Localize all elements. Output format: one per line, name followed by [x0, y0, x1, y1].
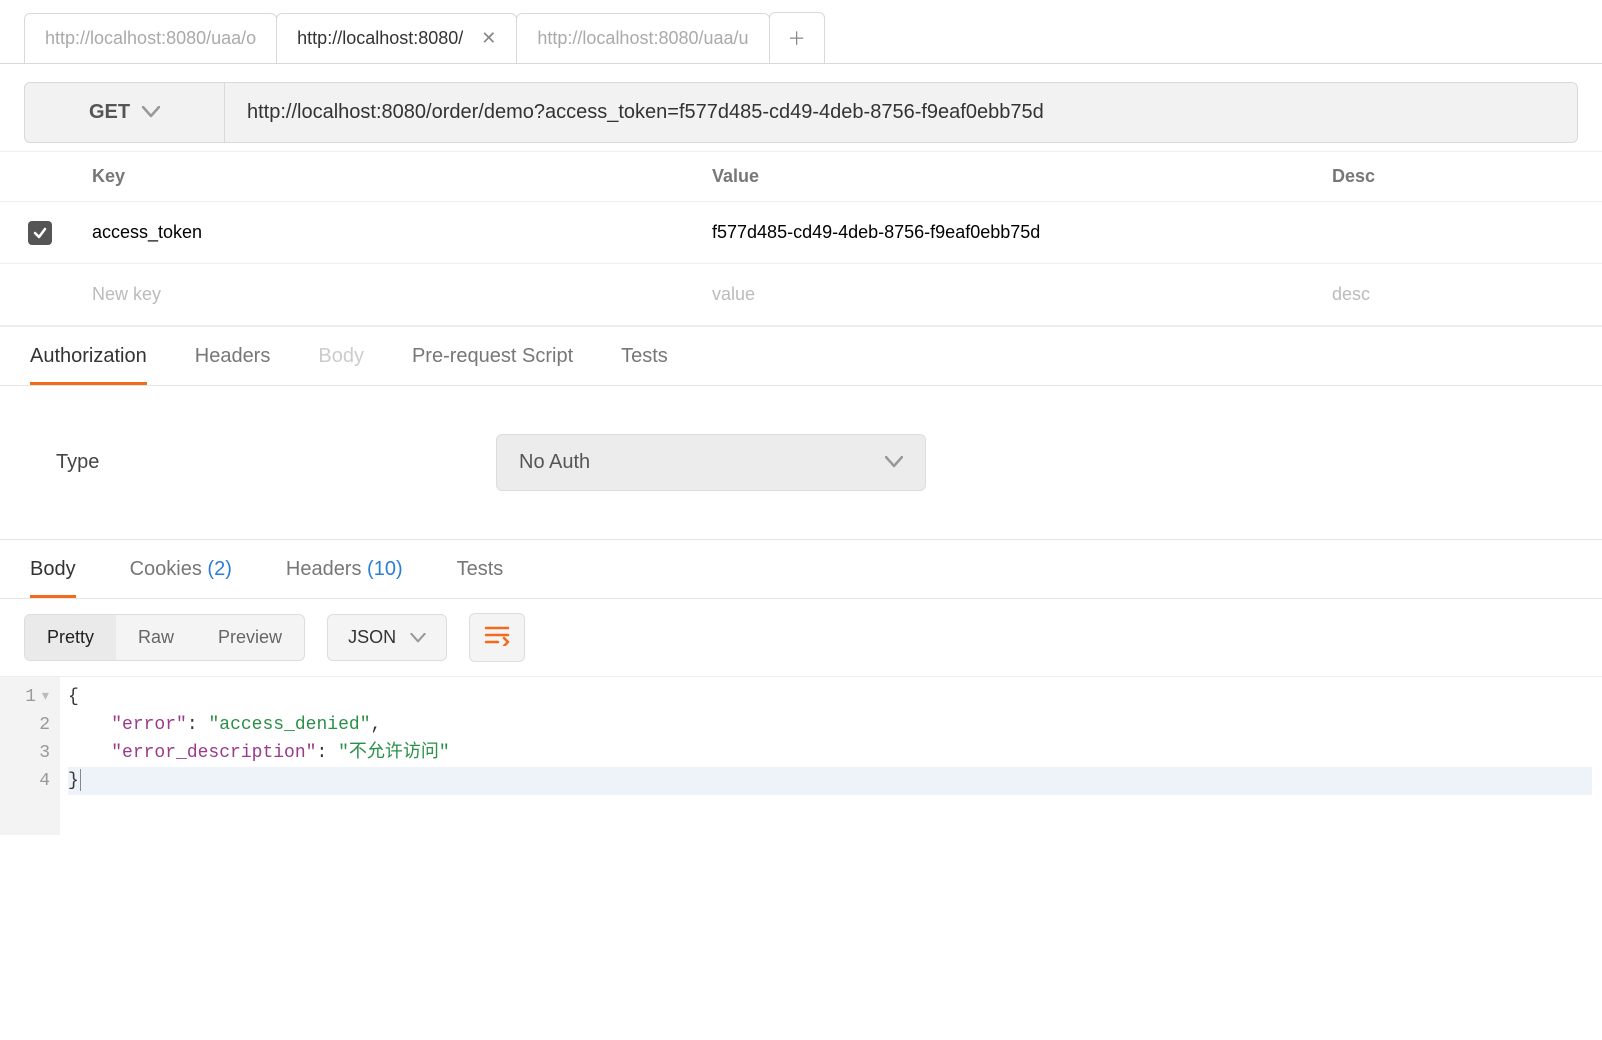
response-tab-headers-label: Headers — [286, 558, 362, 580]
body-format-label: JSON — [348, 627, 396, 648]
param-value-input-new[interactable] — [712, 278, 1308, 311]
request-tab[interactable]: http://localhost:8080/uaa/o — [24, 13, 277, 63]
line-number: 1 — [25, 687, 36, 707]
response-tab-body[interactable]: Body — [30, 558, 76, 598]
code-token: "error_description" — [111, 743, 316, 763]
request-tab-label: http://localhost:8080/uaa/u — [537, 28, 748, 49]
col-desc-header: Desc — [1320, 152, 1602, 201]
line-number: 3 — [39, 743, 50, 763]
tab-body[interactable]: Body — [318, 345, 364, 385]
response-body-controls: Pretty Raw Preview JSON — [0, 599, 1602, 676]
fold-icon[interactable]: ▾ — [40, 683, 50, 711]
auth-type-select[interactable]: No Auth — [496, 434, 926, 491]
wrap-lines-button[interactable] — [469, 613, 525, 662]
plus-icon: ＋ — [788, 25, 806, 51]
tab-prerequest-script[interactable]: Pre-request Script — [412, 345, 573, 385]
view-preview-button[interactable]: Preview — [196, 615, 304, 660]
tab-tests[interactable]: Tests — [621, 345, 668, 385]
view-pretty-button[interactable]: Pretty — [25, 615, 116, 660]
code-token: "access_denied" — [208, 715, 370, 735]
wrap-icon — [484, 624, 510, 651]
params-header-row: Key Value Desc — [0, 152, 1602, 202]
http-method-select[interactable]: GET — [25, 83, 225, 142]
fade-overlay — [749, 14, 769, 63]
response-tab-headers[interactable]: Headers (10) — [286, 558, 403, 598]
authorization-panel: Type No Auth — [0, 386, 1602, 539]
request-tab-label: http://localhost:8080/uaa/o — [45, 28, 256, 49]
param-key-input-new[interactable] — [92, 278, 688, 311]
body-format-select[interactable]: JSON — [327, 614, 447, 661]
line-number: 4 — [39, 771, 50, 791]
param-row-new — [0, 264, 1602, 326]
response-tab-cookies[interactable]: Cookies (2) — [130, 558, 232, 598]
param-desc-input-new[interactable] — [1332, 278, 1590, 311]
col-value-header: Value — [700, 152, 1320, 201]
code-token: "error" — [111, 715, 187, 735]
headers-count: (10) — [367, 558, 403, 580]
response-tab-cookies-label: Cookies — [130, 558, 202, 580]
add-tab-button[interactable]: ＋ — [769, 12, 825, 63]
request-config-tabs: Authorization Headers Body Pre-request S… — [0, 327, 1602, 386]
fade-overlay — [256, 14, 276, 63]
close-icon[interactable]: ✕ — [481, 28, 496, 49]
chevron-down-icon — [142, 101, 160, 124]
request-bar: GET — [24, 82, 1578, 143]
text-cursor — [80, 769, 81, 791]
tab-headers[interactable]: Headers — [195, 345, 271, 385]
chevron-down-icon — [410, 627, 426, 648]
request-tabs-bar: http://localhost:8080/uaa/o http://local… — [0, 0, 1602, 64]
line-gutter: 1▾ 2 3 4 — [0, 677, 60, 835]
auth-type-value: No Auth — [519, 451, 590, 474]
param-value-input[interactable] — [712, 216, 1308, 249]
params-table: Key Value Desc — [0, 151, 1602, 327]
request-tab-label: http://localhost:8080/ — [297, 28, 463, 49]
param-key-input[interactable] — [92, 216, 688, 249]
auth-type-label: Type — [56, 451, 496, 474]
code-token: "不允许访问" — [338, 743, 450, 763]
body-view-mode: Pretty Raw Preview — [24, 614, 305, 661]
param-row — [0, 202, 1602, 264]
code-content[interactable]: { "error": "access_denied", "error_descr… — [60, 677, 1602, 835]
code-token: { — [68, 687, 79, 707]
response-body-editor[interactable]: 1▾ 2 3 4 { "error": "access_denied", "er… — [0, 676, 1602, 835]
line-number: 2 — [39, 715, 50, 735]
response-tabs: Body Cookies (2) Headers (10) Tests — [0, 539, 1602, 599]
http-method-label: GET — [89, 101, 130, 124]
chevron-down-icon — [885, 451, 903, 474]
request-tab-active[interactable]: http://localhost:8080/ ✕ — [276, 13, 517, 63]
param-checkbox[interactable] — [28, 221, 52, 245]
view-raw-button[interactable]: Raw — [116, 615, 196, 660]
code-token: } — [68, 771, 79, 791]
tab-authorization[interactable]: Authorization — [30, 345, 147, 385]
url-input[interactable] — [225, 83, 1577, 142]
col-key-header: Key — [80, 152, 700, 201]
request-tab[interactable]: http://localhost:8080/uaa/u — [516, 13, 769, 63]
cookies-count: (2) — [207, 558, 231, 580]
response-tab-tests[interactable]: Tests — [457, 558, 504, 598]
